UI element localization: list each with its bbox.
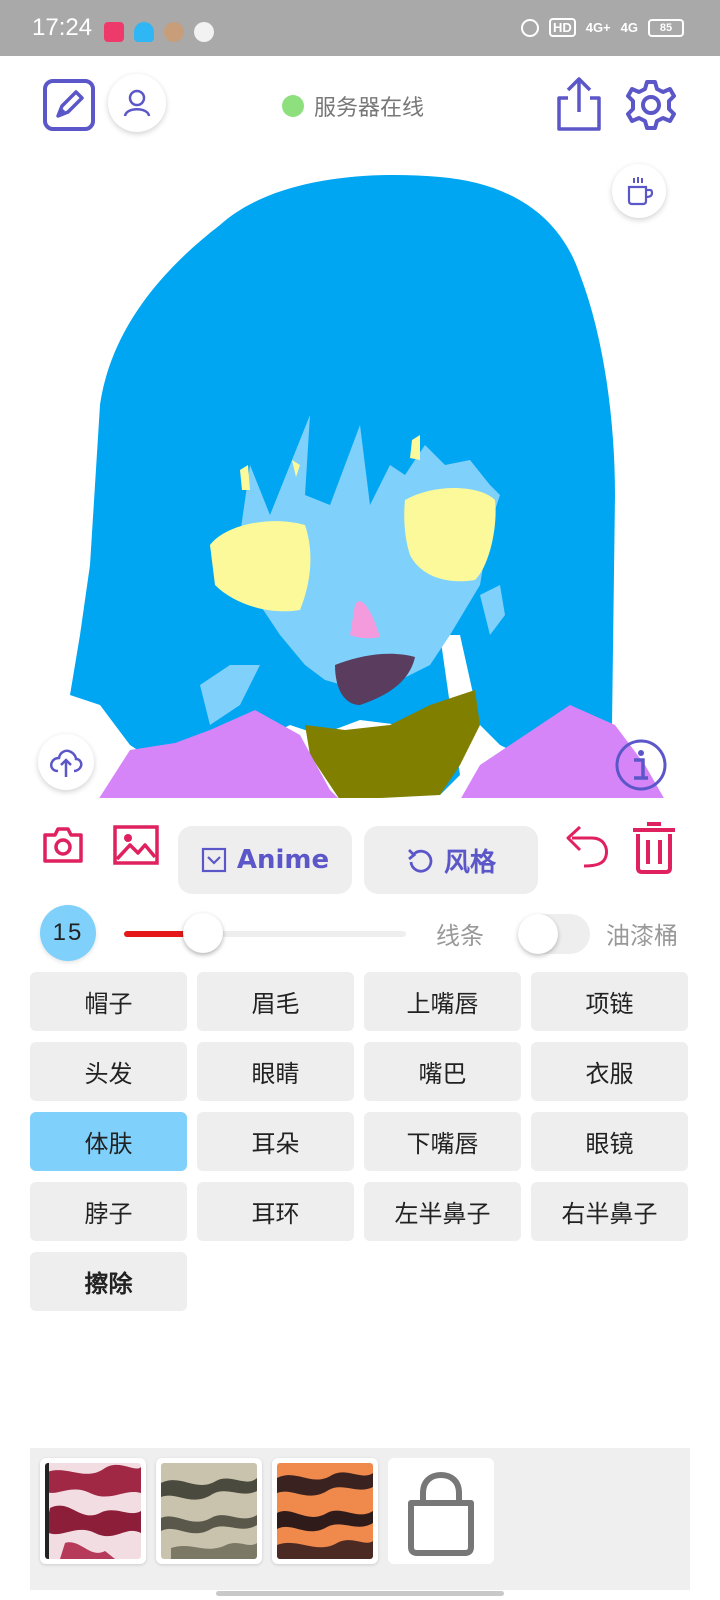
edit-button[interactable]: [42, 78, 96, 132]
brush-size-badge: 15: [40, 905, 96, 961]
trash-icon: [633, 822, 675, 874]
drawing-canvas[interactable]: [60, 165, 690, 815]
part-button[interactable]: 脖子: [30, 1182, 187, 1241]
heart-app-icon: [164, 22, 184, 42]
slider-thumb[interactable]: [182, 913, 223, 953]
image-icon: [113, 825, 159, 865]
toggle-knob: [518, 914, 558, 954]
paint-bucket-label: 油漆桶: [606, 922, 678, 950]
part-button[interactable]: 下嘴唇: [364, 1112, 521, 1171]
cloud-upload-icon: [50, 749, 83, 777]
wechat-icon: [194, 22, 214, 42]
part-button[interactable]: 擦除: [30, 1252, 187, 1311]
share-button[interactable]: [554, 76, 604, 132]
info-button[interactable]: [614, 738, 668, 792]
texture-item-crimson[interactable]: [40, 1458, 146, 1564]
orange-texture: [277, 1463, 373, 1559]
gear-icon: [626, 80, 676, 130]
part-button[interactable]: 眼睛: [197, 1042, 354, 1101]
network-4g-plus: 4G+: [585, 20, 611, 35]
delete-button[interactable]: [630, 818, 678, 874]
shop-bag-icon: [408, 1471, 474, 1556]
undo-icon: [566, 825, 608, 868]
part-button[interactable]: 耳朵: [197, 1112, 354, 1171]
style-label: 风格: [443, 847, 496, 878]
home-indicator[interactable]: [216, 1591, 504, 1596]
user-icon: [123, 89, 151, 117]
refresh-icon: [407, 849, 433, 873]
texture-strip: [30, 1448, 690, 1590]
part-button[interactable]: 眼镜: [531, 1112, 688, 1171]
texture-item-beige[interactable]: [156, 1458, 262, 1564]
part-button[interactable]: 体肤: [30, 1112, 187, 1171]
line-mode-label: 线条: [436, 922, 484, 950]
camera-button[interactable]: [40, 822, 86, 868]
status-indicators: HD 4G+ 4G 85: [520, 18, 684, 37]
part-button[interactable]: 头发: [30, 1042, 187, 1101]
share-icon: [557, 77, 601, 131]
settings-button[interactable]: [624, 78, 678, 132]
part-button[interactable]: 嘴巴: [364, 1042, 521, 1101]
server-status-text: 服务器在线: [314, 96, 425, 121]
undo-button[interactable]: [562, 822, 612, 870]
qq-icon: [134, 22, 154, 42]
online-indicator: [282, 95, 304, 117]
texture-item-orange[interactable]: [272, 1458, 378, 1564]
part-button[interactable]: 右半鼻子: [531, 1182, 688, 1241]
hd-badge: HD: [548, 18, 576, 37]
server-status: 服务器在线: [282, 90, 424, 122]
beige-texture: [161, 1463, 257, 1559]
part-button[interactable]: 衣服: [531, 1042, 688, 1101]
part-button[interactable]: 上嘴唇: [364, 972, 521, 1031]
part-button[interactable]: 帽子: [30, 972, 187, 1031]
network-4g: 4G: [620, 20, 638, 35]
brush-size-slider[interactable]: [124, 913, 406, 953]
status-time: 17:24: [32, 14, 93, 41]
user-button[interactable]: [108, 74, 166, 132]
texture-shop-button[interactable]: [388, 1458, 494, 1564]
part-button[interactable]: 眉毛: [197, 972, 354, 1031]
battery-indicator: 85: [648, 18, 684, 37]
part-button[interactable]: 左半鼻子: [364, 1182, 521, 1241]
dropdown-box-icon: [201, 847, 226, 873]
coffee-cup-icon: [627, 177, 654, 206]
part-button[interactable]: 耳环: [197, 1182, 354, 1241]
paint-bucket-toggle[interactable]: [518, 914, 590, 954]
info-icon: [615, 739, 667, 791]
status-bar: 17:24 HD 4G+ 4G 85: [0, 0, 720, 56]
alarm-icon: [520, 18, 539, 37]
part-button[interactable]: 项链: [531, 972, 688, 1031]
upload-button[interactable]: [38, 734, 94, 790]
gallery-button[interactable]: [112, 822, 160, 868]
app-notification-icon: [104, 22, 124, 42]
coffee-button[interactable]: [612, 164, 666, 218]
anime-mode-button[interactable]: Anime: [178, 826, 352, 894]
crimson-texture: [45, 1463, 141, 1559]
camera-icon: [43, 827, 83, 863]
anime-mode-label: Anime: [236, 845, 330, 875]
style-button[interactable]: 风格: [364, 826, 538, 894]
edit-icon: [43, 79, 95, 131]
part-selector-grid: 帽子 眉毛 上嘴唇 项链头发 眼睛 嘴巴 衣服体肤 耳朵 下嘴唇 眼镜脖子 耳环 左半鼻子 右半鼻子擦除: [30, 972, 690, 1311]
